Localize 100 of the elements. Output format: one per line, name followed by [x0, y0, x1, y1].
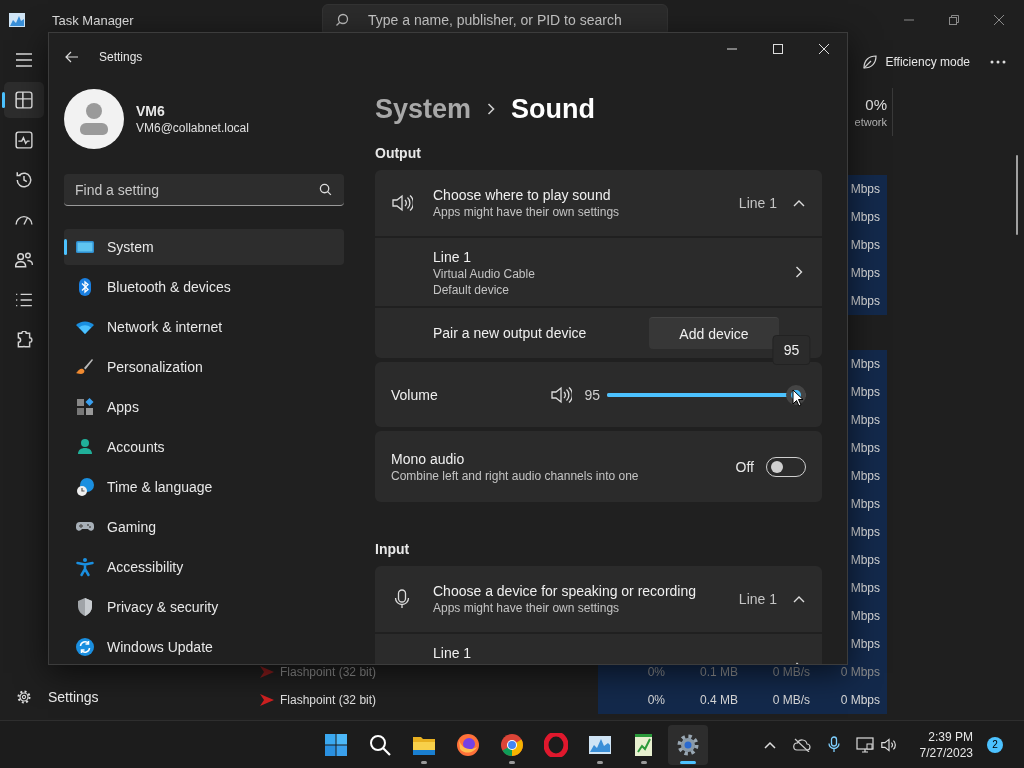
list-icon — [15, 291, 33, 309]
add-device-button[interactable]: Add device — [649, 317, 779, 349]
section-heading: Output — [375, 145, 422, 161]
nav-item[interactable]: Bluetooth & devices — [64, 269, 344, 305]
selected-device-value: Line 1 — [738, 195, 777, 211]
device-row[interactable]: Line 1 Virtual Audio Cable Default device — [375, 238, 822, 306]
leaf-icon — [861, 54, 878, 70]
brush-icon — [75, 357, 95, 377]
nav-item[interactable]: Network & internet — [64, 309, 344, 345]
microphone-icon — [827, 736, 840, 753]
row-title: Choose a device for speaking or recording — [433, 583, 697, 599]
efficiency-mode-button[interactable]: Efficiency mode — [855, 46, 976, 78]
nav-item[interactable]: Gaming — [64, 509, 344, 545]
accessibility-icon — [75, 557, 95, 577]
user-name: VM6 — [136, 103, 166, 119]
value-tooltip: 95 — [772, 334, 811, 365]
chevron-up-icon[interactable] — [793, 199, 805, 207]
section-heading: Input — [375, 541, 411, 557]
row-subtitle: Combine left and right audio channels into one — [391, 468, 639, 483]
header-value: 0% — [865, 96, 887, 113]
nav-item[interactable]: Accessibility — [64, 549, 344, 585]
round-logo-icon — [500, 732, 524, 757]
pulse-icon — [15, 131, 33, 149]
clock-button[interactable]: 2:39 PM 7/27/2023 — [913, 728, 979, 761]
nav-item[interactable]: System — [64, 229, 344, 265]
settings-row[interactable]: Choose where to play sound Apps might have their own settings Line 1 — [375, 170, 822, 236]
avatar — [64, 89, 124, 149]
chevron-right-icon — [487, 103, 496, 115]
table-cell: 0% — [598, 686, 672, 714]
layout-icon — [15, 91, 33, 109]
nav-item[interactable]: Personalization — [64, 349, 344, 385]
settings-row[interactable]: Choose a device for speaking or recording Apps might have their own settings Line 1 — [375, 566, 822, 632]
device-detail: Virtual Audio Cable — [433, 267, 535, 281]
row-title: Choose where to play sound — [433, 187, 612, 203]
table-cell: 0.4 MB — [672, 686, 745, 714]
window-title: Task Manager — [52, 12, 134, 28]
nav-item[interactable]: Accounts — [64, 429, 344, 465]
network-icon — [855, 736, 874, 753]
refresh-icon — [75, 637, 95, 657]
device-name: Line 1 — [433, 249, 473, 265]
ring-logo-icon — [544, 732, 568, 757]
speaker-icon — [879, 736, 898, 753]
volume-reading: 95 — [584, 386, 600, 403]
header-label: etwork — [854, 116, 887, 128]
row-subtitle: Apps might have their own settings — [433, 205, 620, 219]
scroll-bar[interactable] — [1016, 155, 1018, 235]
notification-badge[interactable]: 2 — [987, 736, 1003, 753]
mouse-pointer-icon — [792, 388, 805, 407]
user-email: VM6@collabnet.local — [136, 121, 249, 135]
close-icon — [819, 44, 829, 54]
app-logo-icon — [260, 694, 274, 706]
nav-button[interactable] — [4, 82, 44, 118]
search-icon — [368, 732, 392, 757]
speaker-icon — [391, 192, 413, 214]
page-title: Sound — [511, 93, 596, 125]
search-field[interactable]: Find a setting — [64, 174, 344, 206]
row-subtitle: Apps might have their own settings — [433, 601, 621, 615]
maximize-icon — [773, 44, 783, 54]
search-icon — [335, 13, 349, 27]
settings-link[interactable]: Settings — [4, 679, 111, 715]
row-label: Pair a new output device — [433, 325, 587, 341]
breadcrumb-link[interactable]: System — [375, 93, 472, 125]
settings-icon — [676, 732, 700, 757]
search-icon — [319, 183, 332, 196]
users-icon — [15, 251, 33, 269]
globe-clock-icon — [75, 477, 95, 497]
nav-item[interactable]: Apps — [64, 389, 344, 425]
four-squares-icon — [324, 732, 348, 757]
chevron-up-icon — [763, 740, 776, 749]
chevron-right-icon — [795, 266, 803, 278]
chevron-up-icon[interactable] — [793, 595, 805, 603]
row-title: Mono audio — [391, 450, 466, 467]
window-title: Settings — [99, 50, 143, 64]
restore-icon — [948, 15, 959, 25]
shield-icon — [75, 597, 95, 617]
close-icon — [993, 15, 1004, 25]
nav-item[interactable]: Time & language — [64, 469, 344, 505]
volume-label: Volume — [391, 386, 438, 403]
history-icon — [15, 171, 33, 189]
device-detail: Default device — [433, 283, 511, 297]
settings-icon — [16, 689, 32, 705]
nav-item[interactable]: Privacy & security — [64, 589, 344, 625]
cloud-off-icon — [792, 737, 811, 752]
nav-item[interactable]: Windows Update — [64, 629, 344, 664]
person-icon — [75, 437, 95, 457]
puzzle-icon — [15, 331, 33, 349]
process-name: Flashpoint (32 bit) — [280, 693, 377, 707]
table-cell: 0 Mbps — [817, 686, 887, 714]
state-label: Off — [735, 458, 754, 475]
back-arrow-icon — [65, 51, 79, 63]
device-row[interactable]: Line 1 — [375, 634, 822, 664]
selected-device-value: Line 1 — [738, 591, 777, 607]
device-name: Line 1 — [433, 645, 472, 661]
taskbar-button[interactable] — [668, 724, 708, 765]
apps-grid-icon — [75, 397, 95, 417]
process-name: Flashpoint (32 bit) — [280, 665, 377, 679]
chart-icon — [9, 13, 25, 27]
menu-icon — [15, 53, 33, 67]
flame-globe-icon — [456, 732, 480, 757]
column-header[interactable]: 0% etwork — [849, 88, 893, 136]
